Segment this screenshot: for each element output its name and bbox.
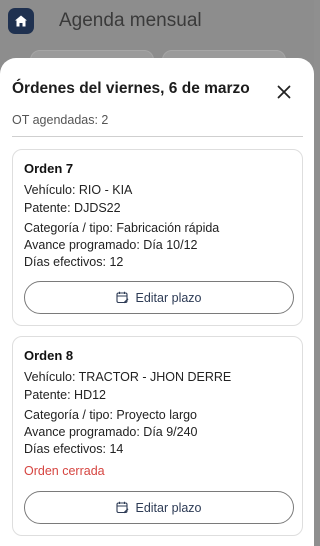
order-card: Orden 7 Vehículo: RIO - KIA Patente: DJD… [12,149,303,326]
order-category: Categoría / tipo: Proyecto largo [24,408,198,422]
close-button[interactable] [274,82,294,102]
order-title: Orden 7 [24,161,74,176]
order-card: Orden 8 Vehículo: TRACTOR - JHON DERRE P… [12,336,303,536]
calendar-edit-icon [116,501,129,514]
edit-deadline-label: Editar plazo [135,500,202,515]
order-progress: Avance programado: Día 9/240 [24,425,198,439]
sheet-title: Órdenes del viernes, 6 de marzo [12,80,250,97]
page-title: Agenda mensual [59,10,202,31]
calendar-edit-icon [116,291,129,304]
order-vehicle: Vehículo: TRACTOR - JHON DERRE [24,370,232,384]
app-header: Agenda mensual [0,0,314,46]
order-progress: Avance programado: Día 10/12 [24,238,198,252]
home-icon [15,15,27,27]
order-category: Categoría / tipo: Fabricación rápida [24,221,220,235]
order-title: Orden 8 [24,348,74,363]
edit-deadline-label: Editar plazo [135,290,202,305]
scheduled-count: OT agendadas: 2 [12,113,109,127]
order-vehicle: Vehículo: RIO - KIA [24,183,133,197]
order-effective-days: Días efectivos: 12 [24,255,124,269]
edit-deadline-button[interactable]: Editar plazo [24,491,294,524]
order-status-badge: Orden cerrada [24,464,105,478]
order-plate: Patente: DJDS22 [24,201,121,215]
edit-deadline-button[interactable]: Editar plazo [24,281,294,314]
close-icon [277,85,291,99]
orders-bottom-sheet: Órdenes del viernes, 6 de marzo OT agend… [0,58,314,546]
divider [12,136,303,137]
order-plate: Patente: HD12 [24,388,106,402]
order-effective-days: Días efectivos: 14 [24,442,124,456]
home-button[interactable] [8,8,34,34]
